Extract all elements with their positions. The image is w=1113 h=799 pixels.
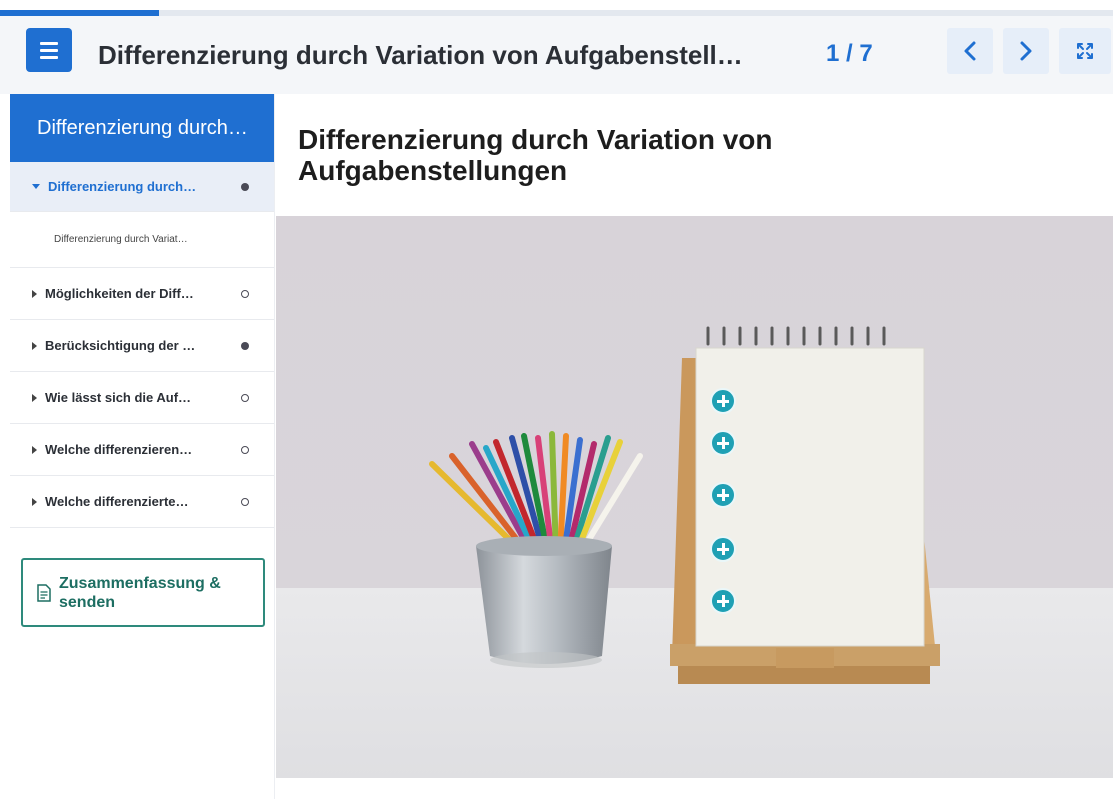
hotspot-button-4[interactable] (710, 536, 736, 562)
page-counter: 1 / 7 (826, 40, 873, 67)
completed-status-dot (241, 182, 249, 191)
previous-button[interactable] (947, 28, 993, 74)
toc-subitem-1[interactable]: Differenzierung durch Variat… (10, 212, 274, 268)
incomplete-status-dot (241, 497, 249, 506)
toc-item-4[interactable]: Wie lässt sich die Auf… (10, 372, 274, 424)
toc-item-2[interactable]: Möglichkeiten der Diff… (10, 268, 274, 320)
chevron-down-icon (32, 184, 40, 189)
hotspot-button-2[interactable] (710, 430, 736, 456)
chevron-right-icon (32, 289, 37, 298)
sidebar-title: Differenzierung durch… (10, 94, 274, 162)
completed-status-dot (241, 341, 249, 350)
fullscreen-button[interactable] (1059, 28, 1111, 74)
chevron-right-icon (32, 393, 37, 402)
toc-item-6[interactable]: Welche differenzierte… (10, 476, 274, 528)
interactive-image (276, 216, 1113, 778)
toc-item-label: Möglichkeiten der Diff… (45, 286, 194, 301)
toc-item-1[interactable]: Differenzierung durch… (10, 162, 274, 212)
toc-item-label: Welche differenzierte… (45, 494, 189, 509)
document-icon (37, 583, 51, 602)
chevron-right-icon (1020, 41, 1032, 61)
toc-item-label: Welche differenzieren… (45, 442, 193, 457)
toc-item-label: Wie lässt sich die Auf… (45, 390, 192, 405)
next-button[interactable] (1003, 28, 1049, 74)
header-bar: Differenzierung durch Variation von Aufg… (0, 16, 1113, 94)
chevron-right-icon (32, 341, 37, 350)
incomplete-status-dot (241, 289, 249, 298)
incomplete-status-dot (241, 393, 249, 402)
toc-item-label: Berücksichtigung der … (45, 338, 196, 353)
fullscreen-icon (1077, 43, 1093, 59)
summary-button-label: Zusammenfassung & senden (59, 574, 221, 611)
chevron-right-icon (32, 497, 37, 506)
incomplete-status-dot (241, 445, 249, 454)
hotspot-button-1[interactable] (710, 388, 736, 414)
header-title: Differenzierung durch Variation von Aufg… (98, 40, 743, 70)
toc-item-label: Differenzierung durch… (48, 179, 197, 194)
chevron-left-icon (964, 41, 976, 61)
hotspot-button-3[interactable] (710, 482, 736, 508)
toc-item-5[interactable]: Welche differenzieren… (10, 424, 274, 476)
menu-button[interactable] (26, 28, 72, 72)
desk-scene-illustration (276, 216, 1113, 778)
summary-submit-button[interactable]: Zusammenfassung & senden (21, 558, 265, 627)
chevron-right-icon (32, 445, 37, 454)
table-of-contents: Differenzierung durch… Differenzierung d… (10, 94, 275, 799)
toc-item-3[interactable]: Berücksichtigung der … (10, 320, 274, 372)
hotspot-button-5[interactable] (710, 588, 736, 614)
page-title: Differenzierung durch Variation von Aufg… (298, 124, 773, 186)
